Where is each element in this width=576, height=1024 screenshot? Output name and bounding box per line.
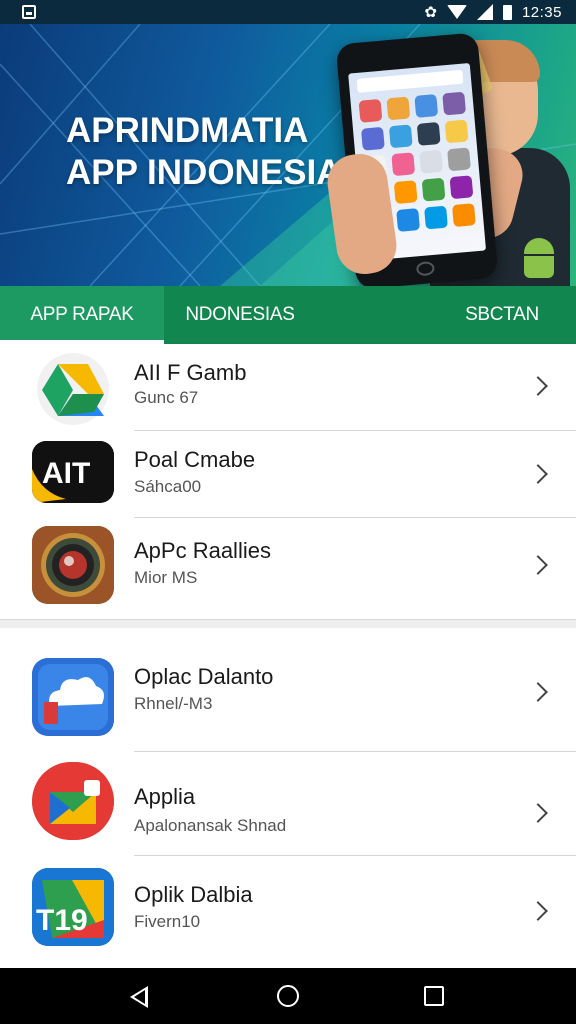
chevron-right-icon — [528, 376, 548, 396]
status-bar: ✿ 12:35 — [0, 0, 576, 24]
tab-bar: APP RAPAK NDONESIAS SBCTAN — [0, 286, 576, 344]
list-section-gap — [0, 620, 576, 628]
tab-label: NDONESIAS — [185, 304, 295, 325]
cloud-map-icon — [32, 658, 114, 736]
drive-triangle-icon — [32, 350, 114, 428]
tab-label: APP RAPAK — [30, 304, 134, 325]
camera-lens-icon — [32, 526, 114, 604]
hero-banner[interactable]: APRINDMATIA APP INDONESIA — [0, 24, 576, 286]
list-item-title: Oplac Dalanto — [134, 664, 274, 689]
recents-icon[interactable] — [424, 986, 444, 1006]
signal-icon — [476, 4, 493, 20]
list-item-subtitle: Mior MS — [134, 568, 198, 587]
settings-gear-icon: ✿ — [424, 3, 437, 21]
notification-icon — [22, 5, 36, 19]
hero-title-line-2: APP INDONESIA — [66, 153, 342, 192]
list-item-title: Applia — [134, 784, 196, 809]
list-item-title: Poal Cmabe — [134, 447, 256, 472]
chevron-right-icon — [528, 555, 548, 575]
android-mascot-icon — [520, 238, 558, 278]
list-item-title: ApPc Raallies — [134, 538, 271, 563]
chevron-right-icon — [528, 464, 548, 484]
list-item[interactable]: AIT Poal Cmabe Sáhca00 — [0, 431, 576, 518]
hero-title: APRINDMATIA APP INDONESIA — [66, 110, 356, 194]
tab-sbctan[interactable]: SBCTAN — [440, 286, 564, 344]
battery-icon — [502, 4, 512, 20]
svg-text:AIT: AIT — [42, 457, 90, 490]
chevron-right-icon — [528, 682, 548, 702]
svg-text:T19: T19 — [36, 904, 88, 937]
list-item-subtitle: Fivern10 — [134, 912, 201, 931]
status-time: 12:35 — [521, 3, 562, 21]
app-list: AII F Gamb Gunc 67 AIT Poal Cmabe Sáhca0… — [0, 344, 576, 964]
t19-app-icon: T19 — [32, 868, 114, 946]
ait-logo-icon: AIT — [32, 441, 114, 503]
tab-ndonesias[interactable]: NDONESIAS — [170, 286, 310, 344]
list-item[interactable]: AII F Gamb Gunc 67 — [0, 344, 576, 431]
list-item-subtitle: Sáhca00 — [134, 477, 202, 496]
app-list-card: AII F Gamb Gunc 67 AIT Poal Cmabe Sáhca0… — [0, 344, 576, 620]
list-item[interactable]: ApPc Raallies Mior MS — [0, 518, 576, 605]
app-list-card: Oplac Dalanto Rhnel/-M3 Applia Apalonans… — [0, 628, 576, 964]
list-item[interactable]: T19 Oplik Dalbia Fivern10 — [0, 856, 576, 964]
list-item-subtitle: Rhnel/-M3 — [134, 694, 213, 713]
list-item-subtitle: Apalonansak Shnad — [134, 816, 287, 835]
chevron-right-icon — [528, 803, 548, 823]
tab-label: SBCTAN — [465, 304, 539, 325]
list-item-title: AII F Gamb — [134, 360, 247, 385]
navigation-bar — [0, 968, 576, 1024]
back-icon-inner — [134, 990, 145, 1004]
home-icon[interactable] — [277, 985, 299, 1007]
tab-app-rapak[interactable]: APP RAPAK — [0, 286, 164, 344]
list-item[interactable]: Applia Apalonansak Shnad — [0, 752, 576, 856]
list-item[interactable]: Oplac Dalanto Rhnel/-M3 — [0, 628, 576, 752]
list-item-subtitle: Gunc 67 — [134, 388, 199, 407]
hero-title-line-1: APRINDMATIA — [66, 111, 309, 150]
envelope-app-icon — [32, 762, 114, 840]
wifi-icon — [446, 5, 467, 19]
list-item-title: Oplik Dalbia — [134, 882, 253, 907]
chevron-right-icon — [528, 901, 548, 921]
